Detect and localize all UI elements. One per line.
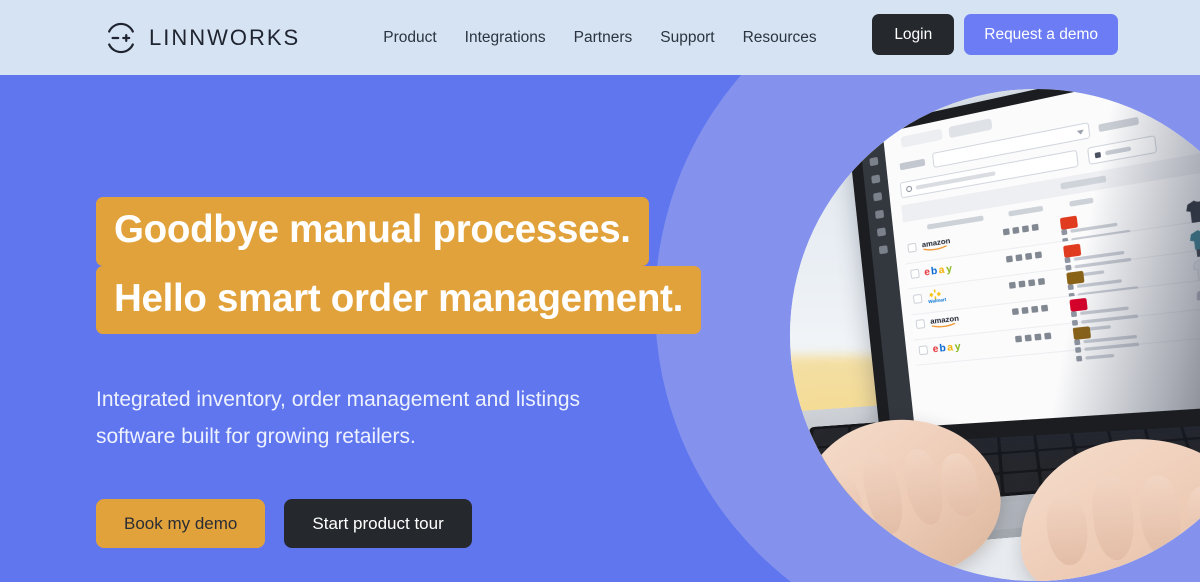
subbar-label bbox=[1060, 175, 1107, 190]
row-checkbox bbox=[910, 268, 921, 279]
print-icon bbox=[1024, 252, 1032, 260]
row-checkbox bbox=[907, 242, 918, 254]
nav-item-partners[interactable]: Partners bbox=[574, 29, 633, 47]
print-icon bbox=[1030, 306, 1039, 314]
laptop-lid: amazon e b a y Walmart amazon e b a y bbox=[847, 89, 1200, 445]
search-placeholder bbox=[916, 171, 996, 190]
tag-icon bbox=[1021, 307, 1029, 315]
hero-subcopy: Integrated inventory, order management a… bbox=[96, 388, 581, 448]
book-my-demo-button[interactable]: Book my demo bbox=[96, 499, 266, 549]
svg-text:a: a bbox=[947, 341, 954, 353]
linnworks-circle-plusminus-icon bbox=[104, 21, 138, 55]
svg-text:b: b bbox=[939, 342, 947, 354]
nav-item-support[interactable]: Support bbox=[660, 29, 714, 47]
row-action-icons bbox=[1005, 246, 1064, 263]
ups-logo-icon bbox=[1066, 270, 1086, 285]
ups-logo-icon bbox=[1073, 325, 1092, 340]
svg-text:b: b bbox=[931, 265, 938, 277]
filter-icon bbox=[1094, 151, 1102, 159]
row-action-icons bbox=[1002, 218, 1061, 236]
app-tab-processed bbox=[948, 117, 993, 138]
nav-item-integrations[interactable]: Integrations bbox=[465, 29, 546, 47]
ebay-logo-icon: e b a y bbox=[932, 334, 1016, 354]
rail-logo-icon bbox=[867, 139, 877, 149]
login-button[interactable]: Login bbox=[872, 14, 955, 55]
lock-icon bbox=[1037, 277, 1045, 286]
lock-icon bbox=[1034, 250, 1042, 259]
note-icon bbox=[1005, 255, 1013, 263]
note-icon bbox=[1014, 335, 1022, 343]
rail-dashboard-icon bbox=[869, 156, 879, 167]
search-icon bbox=[906, 185, 913, 193]
nav-item-product[interactable]: Product bbox=[383, 29, 436, 47]
filter-button-label bbox=[1105, 146, 1132, 156]
rail-inventory-icon bbox=[873, 192, 883, 202]
svg-text:Walmart: Walmart bbox=[928, 296, 947, 304]
main-nav: Product Integrations Partners Support Re… bbox=[383, 29, 816, 47]
note-icon bbox=[1011, 308, 1019, 316]
headline-line-2: Hello smart order management. bbox=[96, 265, 701, 334]
app-tab-open bbox=[900, 128, 943, 148]
note-icon bbox=[1008, 281, 1016, 289]
hero-photo: amazon e b a y Walmart amazon e b a y bbox=[790, 89, 1200, 581]
hero-section: amazon e b a y Walmart amazon e b a y Go… bbox=[0, 75, 1200, 582]
svg-text:a: a bbox=[938, 264, 945, 276]
row-shipping bbox=[1073, 317, 1176, 364]
row-checkbox bbox=[913, 293, 923, 304]
filter-label bbox=[899, 158, 926, 171]
header-actions: Login Request a demo bbox=[872, 14, 1118, 55]
row-action-icons bbox=[1008, 273, 1067, 289]
row-checkbox bbox=[915, 319, 926, 330]
rail-settings-icon bbox=[878, 245, 889, 255]
tag-icon bbox=[1015, 253, 1023, 261]
row-checkbox bbox=[918, 344, 929, 355]
column-header-items bbox=[1069, 197, 1095, 207]
site-header: LINNWORKS Product Integrations Partners … bbox=[0, 0, 1200, 75]
royal-mail-logo-icon bbox=[1063, 243, 1082, 258]
print-icon bbox=[1027, 279, 1036, 287]
headline-line-1: Goodbye manual processes. bbox=[96, 197, 649, 266]
start-product-tour-button[interactable]: Start product tour bbox=[284, 499, 472, 549]
rail-shipping-icon bbox=[877, 227, 887, 237]
hero-copy: Goodbye manual processes. Hello smart or… bbox=[96, 197, 701, 549]
hero-headline: Goodbye manual processes. Hello smart or… bbox=[96, 197, 701, 334]
row-source: e b a y bbox=[932, 334, 1016, 354]
row-action-icons bbox=[1014, 327, 1074, 343]
tag-icon bbox=[1024, 334, 1032, 342]
app-main-area: amazon e b a y Walmart amazon e b a y bbox=[882, 89, 1200, 427]
app-filter-button bbox=[1087, 135, 1158, 166]
svg-text:amazon: amazon bbox=[922, 236, 952, 250]
svg-text:amazon: amazon bbox=[930, 314, 960, 327]
dpd-logo-icon bbox=[1069, 298, 1089, 312]
rail-orders-icon bbox=[871, 174, 881, 184]
print-icon bbox=[1034, 332, 1042, 341]
tag-icon bbox=[1018, 280, 1026, 288]
page-root: LINNWORKS Product Integrations Partners … bbox=[0, 0, 1200, 582]
request-demo-button[interactable]: Request a demo bbox=[964, 14, 1118, 55]
filter-action-label bbox=[1097, 116, 1139, 132]
hero-cta-row: Book my demo Start product tour bbox=[96, 499, 701, 549]
svg-text:y: y bbox=[946, 263, 953, 275]
note-icon bbox=[1002, 228, 1010, 236]
lock-icon bbox=[1043, 331, 1052, 340]
column-header-shipping bbox=[1008, 205, 1044, 217]
lock-icon bbox=[1031, 224, 1039, 232]
logo-text: LINNWORKS bbox=[149, 24, 301, 50]
logo[interactable]: LINNWORKS bbox=[104, 21, 300, 55]
laptop-screen: amazon e b a y Walmart amazon e b a y bbox=[859, 89, 1200, 428]
print-icon bbox=[1021, 225, 1029, 233]
row-action-icons bbox=[1011, 300, 1071, 316]
lock-icon bbox=[1040, 304, 1049, 313]
tag-icon bbox=[1012, 227, 1020, 235]
svg-text:y: y bbox=[955, 340, 963, 352]
laptop: amazon e b a y Walmart amazon e b a y bbox=[790, 89, 1200, 581]
nav-item-resources[interactable]: Resources bbox=[743, 29, 817, 47]
rail-listings-icon bbox=[875, 209, 885, 220]
